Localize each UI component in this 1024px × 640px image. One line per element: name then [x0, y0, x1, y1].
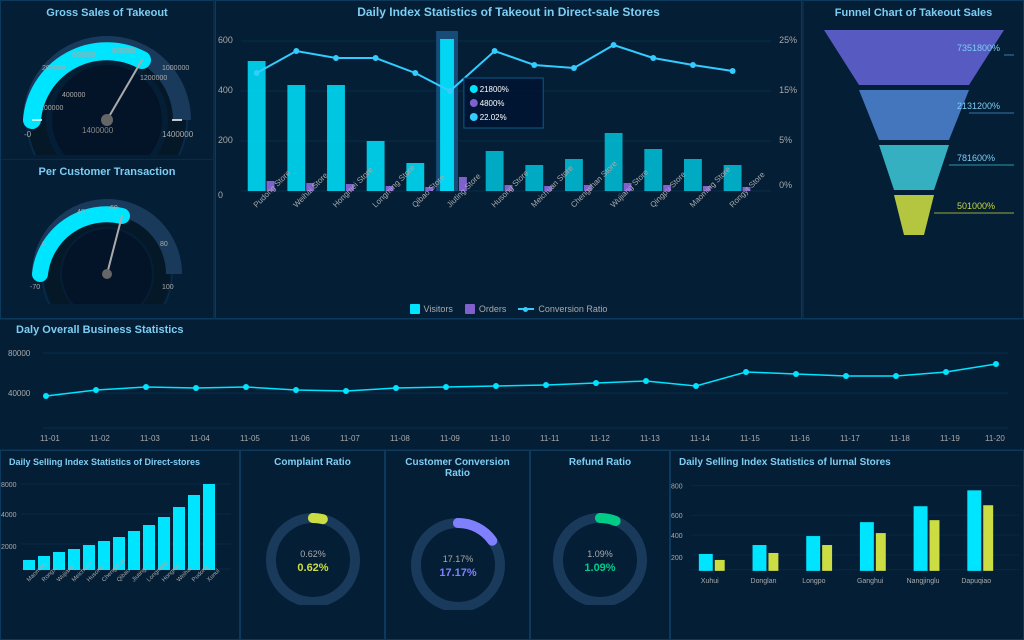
daily-overall-chart: 80000 40000 11-01 11-02 11-03 11-04 — [8, 338, 1012, 443]
svg-text:1400000: 1400000 — [162, 130, 194, 139]
svg-text:15%: 15% — [779, 85, 797, 95]
daily-overall-title: Daly Overall Business Statistics — [8, 320, 1016, 338]
svg-text:7351800%: 7351800% — [957, 43, 1000, 53]
svg-text:-0: -0 — [24, 130, 32, 139]
svg-text:600: 600 — [671, 513, 683, 520]
svg-text:Donglan: Donglan — [751, 578, 777, 585]
svg-text:80000: 80000 — [8, 349, 31, 358]
gross-sales-title: Gross Sales of Takeout — [38, 1, 175, 21]
svg-text:-70: -70 — [30, 284, 40, 291]
svg-text:400: 400 — [218, 85, 233, 95]
funnel-title: Funnel Chart of Takeout Sales — [804, 1, 1023, 21]
daily-index-title: Daily Index Statistics of Takeout in Dir… — [216, 1, 801, 23]
svg-text:11-17: 11-17 — [840, 434, 860, 443]
svg-text:60: 60 — [110, 205, 118, 212]
svg-text:Xuhui: Xuhui — [701, 578, 719, 585]
svg-text:4800%: 4800% — [480, 99, 505, 108]
svg-text:1.09%: 1.09% — [584, 562, 615, 574]
svg-text:781600%: 781600% — [957, 153, 995, 163]
complaint-gauge: 0.62% 0.62% — [258, 505, 368, 605]
svg-text:1.09%: 1.09% — [587, 549, 613, 559]
svg-text:100: 100 — [162, 284, 174, 291]
svg-text:5%: 5% — [779, 135, 792, 145]
visitors-legend-dot — [410, 304, 420, 314]
gross-sales-gauge: -0 1000000 1400000 200000 600000 800000 … — [1, 21, 213, 159]
conversion-title: Customer Conversion Ratio — [386, 451, 529, 481]
daily-selling-lurnal-title: Daily Selling Index Statistics of lurnal… — [671, 451, 1023, 470]
svg-text:11-13: 11-13 — [640, 434, 660, 443]
daily-selling-direct-chart: 8000 4000 2000 Maoming Rongxi Wujiang — [1, 469, 235, 624]
svg-text:200000: 200000 — [40, 105, 63, 112]
svg-text:11-16: 11-16 — [790, 434, 810, 443]
svg-text:0: 0 — [42, 241, 46, 248]
svg-text:17.17%: 17.17% — [439, 567, 477, 579]
svg-text:2131200%: 2131200% — [957, 101, 1000, 111]
svg-text:11-08: 11-08 — [390, 434, 410, 443]
svg-text:Nangjinglu: Nangjinglu — [907, 578, 940, 585]
svg-text:Xunul: Xunul — [206, 568, 221, 583]
svg-text:4000: 4000 — [1, 512, 17, 519]
svg-text:40000: 40000 — [8, 389, 31, 398]
svg-text:1000000: 1000000 — [162, 65, 189, 72]
complaint-title: Complaint Ratio — [241, 451, 384, 470]
svg-text:11-10: 11-10 — [490, 434, 510, 443]
svg-text:600000: 600000 — [72, 52, 95, 59]
svg-text:501000%: 501000% — [957, 201, 995, 211]
svg-text:11-04: 11-04 — [190, 434, 210, 443]
orders-legend-label: Orders — [479, 304, 507, 314]
conversion-legend-line — [518, 308, 534, 310]
svg-text:11-07: 11-07 — [340, 434, 360, 443]
conversion-gauge: 17.17% 17.17% — [403, 510, 513, 610]
svg-text:800000: 800000 — [112, 48, 135, 55]
daily-selling-lurnal-chart: 800 600 400 200 — [671, 470, 1023, 625]
visitors-legend-label: Visitors — [424, 304, 453, 314]
svg-text:600: 600 — [218, 35, 233, 45]
svg-text:1400000: 1400000 — [82, 126, 114, 135]
svg-text:11-01: 11-01 — [40, 434, 60, 443]
svg-text:0.62%: 0.62% — [300, 549, 326, 559]
chart-legend: Visitors Orders Conversion Ratio — [216, 300, 801, 318]
svg-text:2000: 2000 — [1, 544, 17, 551]
svg-text:0: 0 — [218, 190, 223, 200]
svg-text:40: 40 — [77, 209, 85, 216]
svg-text:11-03: 11-03 — [140, 434, 160, 443]
svg-text:8000: 8000 — [1, 482, 17, 489]
svg-text:200000: 200000 — [42, 65, 65, 72]
svg-text:Ganghui: Ganghui — [857, 578, 884, 585]
funnel-chart: 7351800% 2131200% 781600% 501000% — [809, 25, 1019, 285]
svg-text:200: 200 — [671, 555, 683, 562]
refund-gauge: 1.09% 1.09% — [545, 505, 655, 605]
svg-text:25%: 25% — [779, 35, 797, 45]
svg-text:11-14: 11-14 — [690, 434, 710, 443]
svg-text:0%: 0% — [779, 180, 792, 190]
svg-text:Longpo: Longpo — [802, 578, 825, 585]
svg-text:400000: 400000 — [62, 92, 85, 99]
per-customer-title: Per Customer Transaction — [31, 160, 184, 180]
svg-text:22.02%: 22.02% — [480, 113, 507, 122]
svg-text:11-06: 11-06 — [290, 434, 310, 443]
svg-text:80: 80 — [160, 241, 168, 248]
svg-text:0.62%: 0.62% — [297, 562, 328, 574]
svg-text:11-20: 11-20 — [985, 434, 1005, 443]
orders-legend-dot — [465, 304, 475, 314]
svg-text:1200000: 1200000 — [140, 75, 167, 82]
svg-text:21800%: 21800% — [480, 85, 509, 94]
svg-text:Dapuqiao: Dapuqiao — [961, 578, 991, 585]
svg-text:11-15: 11-15 — [740, 434, 760, 443]
svg-text:200: 200 — [218, 135, 233, 145]
svg-text:11-18: 11-18 — [890, 434, 910, 443]
svg-text:11-09: 11-09 — [440, 434, 460, 443]
refund-title: Refund Ratio — [531, 451, 669, 470]
svg-text:11-11: 11-11 — [540, 434, 560, 443]
svg-text:11-12: 11-12 — [590, 434, 610, 443]
svg-text:800: 800 — [671, 483, 683, 490]
per-customer-gauge: -70 100 40 60 0 80 — [1, 180, 213, 318]
svg-text:11-05: 11-05 — [240, 434, 260, 443]
svg-text:11-19: 11-19 — [940, 434, 960, 443]
svg-text:17.17%: 17.17% — [442, 554, 473, 564]
daily-selling-direct-title: Daily Selling Index Statistics of Direct… — [1, 451, 239, 469]
svg-text:400: 400 — [671, 533, 683, 540]
svg-text:11-02: 11-02 — [90, 434, 110, 443]
conversion-legend-label: Conversion Ratio — [538, 304, 607, 314]
